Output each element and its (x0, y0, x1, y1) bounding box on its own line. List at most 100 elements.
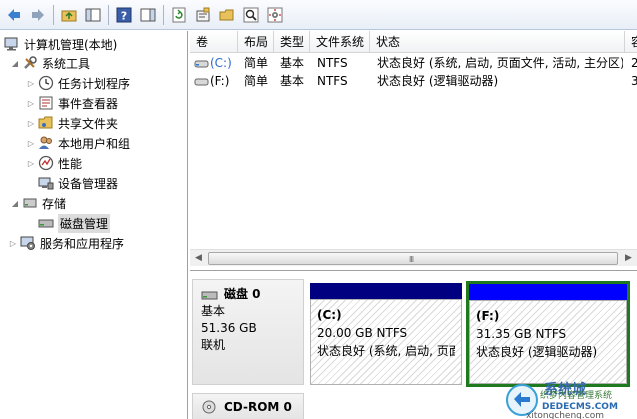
tree-item-label: 设备管理器 (58, 176, 119, 191)
tree-item-shared-folders[interactable]: ▷ 共享文件夹 (26, 113, 118, 133)
collapsed-arrow-icon[interactable]: ▷ (26, 79, 36, 88)
tree-item-label: 服务和应用程序 (40, 236, 125, 251)
tree-item-label: 存储 (42, 196, 67, 211)
volume-row[interactable]: (C:) 简单 基本 NTFS 状态良好 (系统, 启动, 页面文件, 活动, … (190, 54, 637, 72)
volume-name: (F:) (210, 74, 230, 88)
layout-cell: 简单 (244, 74, 269, 88)
tree-item-label: 事件查看器 (58, 96, 119, 111)
disk-name: 磁盘 0 (224, 287, 261, 301)
layout-cell: 简单 (244, 56, 269, 70)
toolbar-separator (163, 4, 164, 25)
column-header-type[interactable]: 类型 (274, 31, 310, 53)
expanded-arrow-icon[interactable]: ◢ (10, 199, 20, 208)
tree-item-label: 共享文件夹 (58, 116, 119, 131)
event-viewer-icon (38, 95, 54, 111)
users-icon (38, 135, 54, 151)
type-cell: 基本 (280, 74, 305, 88)
tree-item-label: 本地用户和组 (58, 136, 131, 151)
show-hide-tree-icon[interactable] (83, 5, 103, 25)
tree-item-performance[interactable]: ▷ 性能 (26, 153, 82, 173)
partition-c[interactable]: (C:) 20.00 GB NTFS 状态良好 (系统, 启动, 页面 (310, 283, 462, 385)
tree-item-disk-management[interactable]: 磁盘管理 (36, 213, 111, 233)
tree-item-storage[interactable]: ◢ 存储 (10, 193, 66, 213)
column-header-volume[interactable]: 卷 (190, 31, 238, 53)
drive-icon (194, 78, 209, 85)
search-icon[interactable] (241, 5, 261, 25)
settings-icon[interactable] (265, 5, 285, 25)
partition-size: 20.00 GB NTFS (317, 326, 408, 340)
open-icon[interactable] (217, 5, 237, 25)
volume-cell: (F:) (194, 72, 238, 90)
cdrom-name: CD-ROM 0 (224, 399, 292, 414)
action-pane-icon[interactable] (138, 5, 158, 25)
tree-item-event-viewer[interactable]: ▷ 事件查看器 (26, 93, 118, 113)
tree-item-device-manager[interactable]: 设备管理器 (36, 173, 118, 193)
partition-label: (C:) (317, 308, 342, 322)
tree-item-system-tools[interactable]: ◢ 系统工具 (10, 53, 90, 73)
collapsed-arrow-icon[interactable]: ▷ (26, 139, 36, 148)
forward-icon[interactable] (28, 5, 48, 25)
partition-body: (C:) 20.00 GB NTFS 状态良好 (系统, 启动, 页面 (310, 299, 462, 385)
partition-size: 31.35 GB NTFS (476, 327, 567, 341)
filesystem-cell: NTFS (317, 74, 348, 88)
collapsed-arrow-icon[interactable]: ▷ (26, 159, 36, 168)
horizontal-scrollbar[interactable]: ◀ III ▶ (190, 249, 637, 266)
watermark-graphic: 系统城 织梦内容管理系统 DEDECMS.COM xitongcheng.com (506, 381, 618, 419)
svg-text:?: ? (121, 9, 127, 22)
column-header-status[interactable]: 状态 (370, 31, 625, 53)
disk-state: 联机 (201, 338, 226, 352)
refresh-icon[interactable] (169, 5, 189, 25)
tree-root-label: 计算机管理(本地) (24, 37, 118, 52)
tree-item-label: 任务计划程序 (58, 76, 131, 91)
computer-management-icon (4, 36, 20, 52)
properties-icon[interactable] (193, 5, 213, 25)
scroll-left-icon[interactable]: ◀ (190, 250, 207, 267)
column-header-filesystem[interactable]: 文件系统 (310, 31, 370, 53)
toolbar-separator (53, 4, 54, 25)
status-cell: 状态良好 (逻辑驱动器) (377, 74, 499, 88)
drive-icon (194, 60, 209, 67)
volume-cell: (C:) (194, 54, 238, 72)
type-cell: 基本 (280, 56, 305, 70)
capacity-cell: 2 (631, 56, 637, 70)
help-icon[interactable]: ? (114, 5, 134, 25)
collapsed-arrow-icon[interactable]: ▷ (8, 239, 18, 248)
scroll-grip: III (409, 255, 414, 264)
tree-item-task-scheduler[interactable]: ▷ 任务计划程序 (26, 73, 130, 93)
clock-icon (38, 75, 54, 91)
status-cell: 状态良好 (系统, 启动, 页面文件, 活动, 主分区) (377, 56, 623, 70)
scroll-thumb[interactable]: III (208, 252, 618, 265)
disk-0-info[interactable]: 磁盘 0 基本 51.36 GB 联机 (192, 279, 304, 385)
toolbar-separator (108, 4, 109, 25)
expanded-arrow-icon[interactable]: ◢ (10, 59, 20, 68)
column-header-layout[interactable]: 布局 (238, 31, 274, 53)
watermark-line2: 织梦内容管理系统 (540, 389, 612, 401)
tree-item-label: 系统工具 (42, 56, 91, 71)
watermark-line4: xitongcheng.com (526, 411, 604, 419)
watermark-logo: 系统城 织梦内容管理系统 DEDECMS.COM xitongcheng.com (488, 372, 637, 419)
capacity-cell: 3 (631, 74, 637, 88)
partition-status: 状态良好 (逻辑驱动器) (476, 345, 598, 359)
column-header-capacity[interactable]: 容 (625, 31, 637, 53)
collapsed-arrow-icon[interactable]: ▷ (26, 99, 36, 108)
tree-item-services-applications[interactable]: ▷ 服务和应用程序 (8, 233, 124, 253)
device-manager-icon (38, 175, 54, 191)
tree-item-local-users-groups[interactable]: ▷ 本地用户和组 (26, 133, 130, 153)
column-headers: 卷 布局 类型 文件系统 状态 容 (190, 31, 637, 53)
navigation-tree: 计算机管理(本地) ◢ 系统工具 ▷ 任务计划程序 ▷ 事件查看器 ▷ 共享文件… (0, 31, 188, 419)
cdrom-0-info[interactable]: CD-ROM 0 (192, 393, 304, 419)
storage-icon (22, 195, 38, 211)
back-icon[interactable] (4, 5, 24, 25)
partition-label: (F:) (476, 309, 500, 323)
up-folder-icon[interactable] (59, 5, 79, 25)
partition-bar (469, 284, 627, 300)
volume-row[interactable]: (F:) 简单 基本 NTFS 状态良好 (逻辑驱动器) 3 (190, 72, 637, 90)
tree-root[interactable]: 计算机管理(本地) (2, 34, 117, 54)
collapsed-arrow-icon[interactable]: ▷ (26, 119, 36, 128)
volume-list: 卷 布局 类型 文件系统 状态 容 (C:) 简单 基本 NTFS 状态良好 (… (190, 31, 637, 267)
scroll-right-icon[interactable]: ▶ (620, 250, 637, 267)
tools-icon (22, 55, 38, 71)
partition-bar (310, 283, 462, 299)
disk-size: 51.36 GB (201, 321, 257, 335)
services-icon (20, 235, 36, 251)
